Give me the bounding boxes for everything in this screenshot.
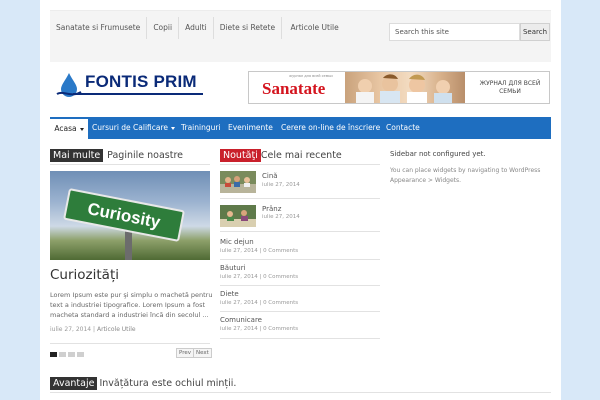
water-drop-icon [56,73,82,97]
divider [220,259,380,260]
prev-button[interactable]: Prev [176,348,194,358]
banner-title: Sanatate [262,79,326,98]
sidebar-title: Sidebar not configured yet. [390,150,486,158]
divider [220,198,380,199]
news-comments[interactable]: 0 Comments [263,326,298,332]
nav-label-cursuri: Cursuri de Calificare [92,123,169,132]
news-meta: iulie 27, 2014 | 0 Comments [220,248,299,254]
news-thumbnail[interactable] [220,205,256,227]
divider [220,311,380,312]
news-date: iulie 27, 2014 [220,326,258,332]
family-photo-image [356,74,452,103]
top-links: Sanatate si Frumusete Copii Adulti Diete si… [50,17,350,39]
pager-dot[interactable] [77,352,84,357]
post-excerpt: Lorem Ipsum este pur şi simplu o machetă… [50,291,213,319]
sign-text: Curiosity [85,199,162,232]
pager-dot[interactable] [68,352,75,357]
news-title[interactable]: Cină [262,172,278,180]
main-nav: Acasa Cursuri de Calificare Traininguri … [50,117,551,139]
nav-item-evenimente[interactable]: Evenimente [228,117,273,139]
nav-item-contacte[interactable]: Contacte [386,117,420,139]
banner-ad[interactable]: журнал для всей семьи Sanatate ЖУРНАЛ ДЛ… [248,71,550,104]
news-meta: iulie 27, 2014 | 0 Comments [220,326,299,332]
news-comments[interactable]: 0 Comments [263,274,298,280]
news-comments[interactable]: 0 Comments [263,248,298,254]
advantages-section-heading: Avantaje Invățătura este ochiul minții. [50,377,236,390]
top-link-adulti[interactable]: Adulti [179,17,214,39]
news-date: iulie 27, 2014 [220,274,258,280]
chevron-down-icon [171,126,176,130]
logo-underline [73,93,203,95]
top-link-diete[interactable]: Diete si Retete [214,17,283,39]
banner-tagline: ЖУРНАЛ ДЛЯ ВСЕЙ СЕМЬИ [479,80,541,95]
pages-section-heading: Mai multe Paginile noastre [50,149,183,162]
section-tag: Noutăţi [220,149,261,162]
news-meta: iulie 27, 2014 | 0 Comments [220,274,299,280]
search-input[interactable] [389,23,520,41]
news-meta: iulie 27, 2014 | 0 Comments [220,300,299,306]
banner-family-photo [345,72,465,103]
news-title[interactable]: Diete [220,290,239,298]
pager-dot[interactable] [59,352,66,357]
post-title[interactable]: Curiozități [50,267,119,283]
news-title[interactable]: Prânz [262,205,281,213]
divider [50,164,210,165]
news-date: iulie 27, 2014 [262,214,300,220]
divider [220,338,380,339]
section-title: Invățătura este ochiul minții. [99,378,237,389]
news-title[interactable]: Băuturi [220,264,246,272]
dinner-photo-image [220,171,256,193]
site-logo[interactable]: FONTIS PRIM [53,70,203,102]
post-category[interactable]: Articole Utile [97,326,136,333]
street-sign: Curiosity [63,188,185,242]
pager-dot[interactable] [50,352,57,357]
featured-image[interactable]: Curiosity [50,171,210,260]
search-button[interactable]: Search [520,23,550,41]
news-section-heading: Noutăţi Cele mai recente [220,149,342,162]
section-tag: Avantaje [50,377,98,390]
divider [50,343,210,344]
page: Sanatate si Frumusete Copii Adulti Diete si… [40,0,561,400]
banner-small-text: журнал для всей семьи [289,74,333,78]
chevron-down-icon [79,127,84,131]
sidebar-text: You can place widgets by navigating to W… [390,167,541,184]
news-date: iulie 27, 2014 [220,248,258,254]
nav-item-traininguri[interactable]: Traininguri [181,117,221,139]
divider [220,231,380,232]
news-comments[interactable]: 0 Comments [263,300,298,306]
news-date: iulie 27, 2014 [262,182,300,188]
divider [220,285,380,286]
top-bar: Sanatate si Frumusete Copii Adulti Diete si… [50,10,551,62]
top-link-sanatate[interactable]: Sanatate si Frumusete [50,17,148,39]
divider [220,164,380,165]
news-thumbnail[interactable] [220,171,256,193]
nav-item-cursuri[interactable]: Cursuri de Calificare [92,117,176,139]
post-meta: iulie 27, 2014 | Articole Utile [50,326,136,333]
section-title: Paginile noastre [107,150,184,161]
news-title[interactable]: Comunicare [220,316,262,324]
top-link-articole[interactable]: Articole Utile [284,17,344,39]
divider [50,392,551,393]
top-link-copii[interactable]: Copii [147,17,180,39]
nav-item-cerere[interactable]: Cerere on-line de înscriere [281,117,380,139]
post-date: iulie 27, 2014 [50,326,92,333]
section-tag: Mai multe [50,149,104,162]
search-form: Search [389,23,551,41]
section-title: Cele mai recente [260,150,342,161]
news-title[interactable]: Mic dejun [220,238,254,246]
lunch-photo-image [220,205,256,227]
next-button[interactable]: Next [193,348,212,358]
nav-item-acasa[interactable]: Acasa [50,117,88,139]
news-date: iulie 27, 2014 [220,300,258,306]
nav-label-acasa: Acasa [54,124,77,133]
logo-text: FONTIS PRIM [85,72,197,91]
